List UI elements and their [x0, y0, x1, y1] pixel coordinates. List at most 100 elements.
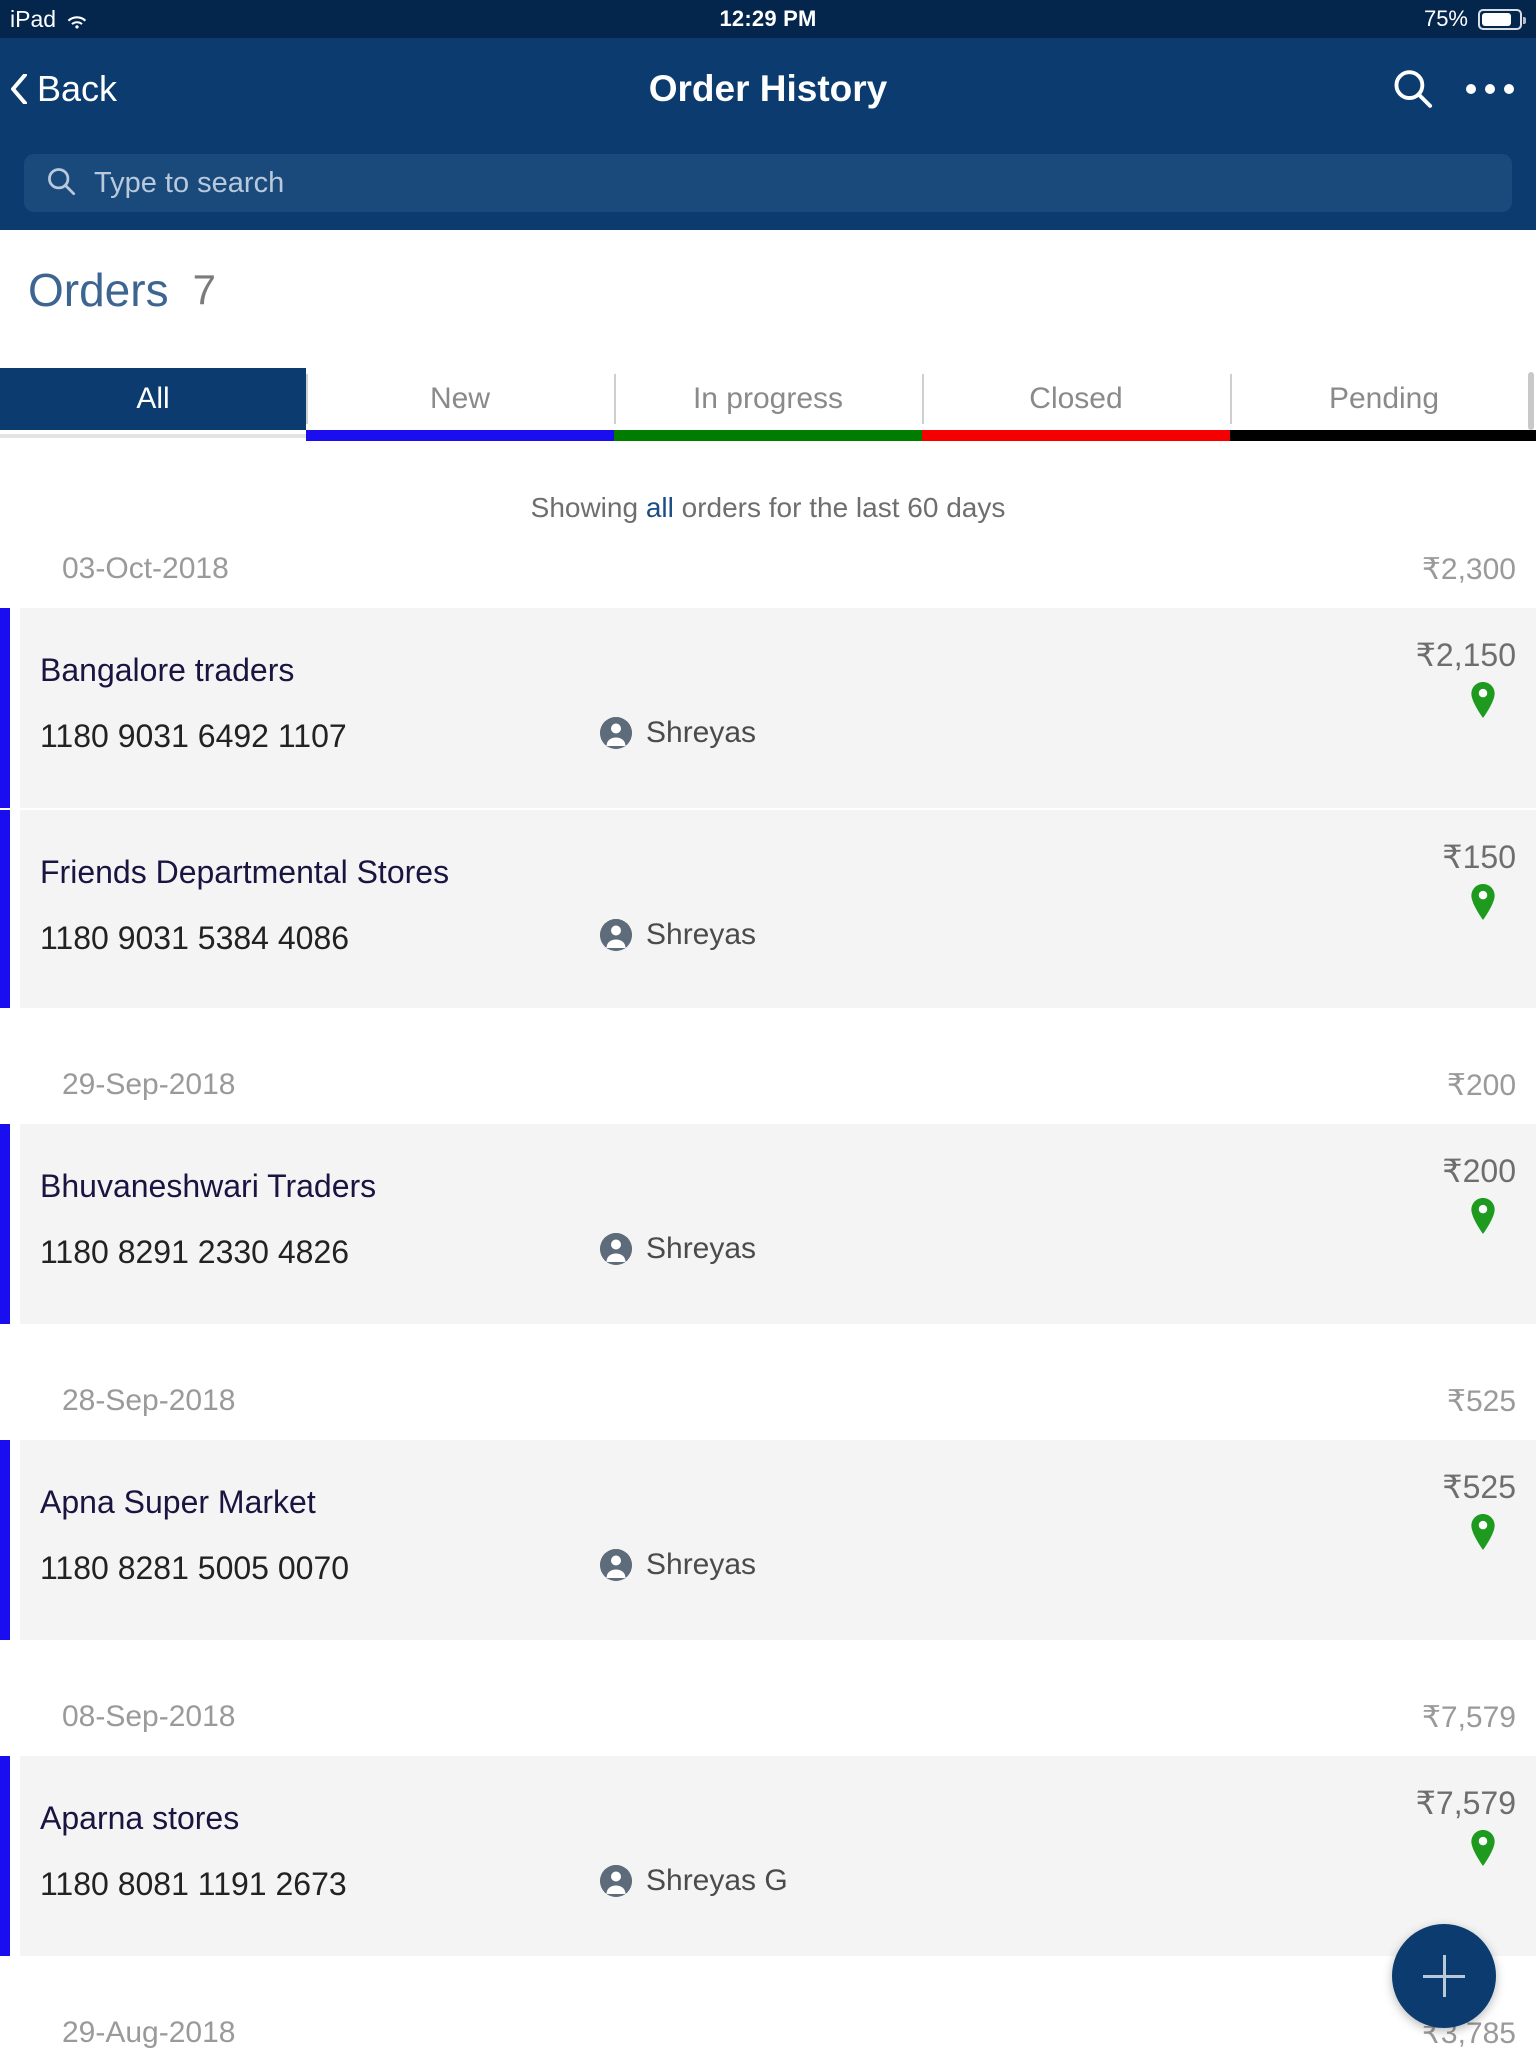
order-card[interactable]: Bangalore traders 1180 9031 6492 1107 Shre… [0, 608, 1536, 808]
tab-label: In progress [692, 382, 844, 415]
underline-fill [306, 430, 614, 441]
tab-label: Closed [1029, 382, 1123, 415]
order-amount: ₹200 [1442, 1153, 1516, 1189]
status-bar-clock: 12:29 PM [719, 6, 817, 31]
order-status-bar [0, 1124, 10, 1324]
group-spacer [0, 1008, 1536, 1046]
order-owner-name: Shreyas [646, 1548, 757, 1581]
group-date: 29-Sep-2018 [62, 1068, 236, 1101]
order-customer-name: Apna Super Market [40, 1484, 316, 1520]
tab-underline-all [0, 430, 306, 442]
navigation-bar: Back Order History [0, 38, 1536, 140]
order-card[interactable]: Aparna stores 1180 8081 1191 2673 Shreyas … [0, 1756, 1536, 1956]
underline-fill [1230, 430, 1536, 441]
group-date: 03-Oct-2018 [62, 552, 229, 585]
tab-new[interactable]: New [306, 368, 614, 430]
battery-level-fill [1482, 12, 1512, 26]
order-group: Aparna stores 1180 8081 1191 2673 Shreyas … [0, 1756, 1536, 1956]
filter-note: Showing all orders for the last 60 days [0, 492, 1536, 524]
order-amount: ₹7,579 [1415, 1785, 1516, 1821]
tab-label: Pending [1328, 382, 1440, 415]
add-order-fab[interactable] [1392, 1924, 1496, 2028]
order-customer-name: Bhuvaneshwari Traders [40, 1168, 377, 1204]
order-customer-name: Bangalore traders [40, 652, 295, 688]
tabs-scroll-indicator[interactable] [1528, 372, 1534, 430]
page-title: Order History [648, 68, 888, 109]
filter-note-emphasis: all [645, 492, 674, 523]
group-date: 08-Sep-2018 [62, 1700, 236, 1733]
date-group-header: 03-Oct-2018 ₹2,300 [0, 530, 1536, 608]
order-group: Apna Super Market 1180 8281 5005 0070 Shre… [0, 1440, 1536, 1640]
status-filter-tabs: All New In progress Closed Pending [0, 368, 1536, 430]
group-spacer [0, 1956, 1536, 1994]
order-list[interactable]: 03-Oct-2018 ₹2,300 Bangalore traders 1180 9… [0, 530, 1536, 2048]
tab-in-progress[interactable]: In progress [614, 368, 922, 430]
tab-label: New [429, 382, 490, 415]
user-avatar-icon [600, 919, 632, 951]
map-pin-icon[interactable] [1470, 682, 1496, 723]
underline-fill [922, 430, 1230, 441]
user-avatar-icon [600, 1865, 632, 1897]
tab-divider [306, 374, 308, 424]
order-amount: ₹2,150 [1415, 637, 1516, 673]
order-owner-name: Shreyas G [646, 1864, 788, 1897]
search-placeholder: Type to search [94, 166, 285, 199]
order-number: 1180 8291 2330 4826 [40, 1234, 350, 1270]
group-spacer [0, 1324, 1536, 1362]
user-avatar-icon [600, 717, 632, 749]
tab-underline-pending [1230, 430, 1536, 442]
order-owner: Shreyas [600, 1548, 756, 1582]
order-owner: Shreyas [600, 1232, 756, 1266]
map-pin-icon[interactable] [1470, 884, 1496, 925]
user-avatar-icon [600, 1233, 632, 1265]
order-customer-name: Aparna stores [40, 1800, 240, 1836]
orders-count: 7 [192, 266, 216, 313]
date-group-header: 29-Sep-2018 ₹200 [0, 1046, 1536, 1124]
search-bar-container: Type to search [0, 140, 1536, 230]
order-customer-name: Friends Departmental Stores [40, 854, 450, 890]
order-number: 1180 8081 1191 2673 [40, 1866, 347, 1902]
order-card[interactable]: Apna Super Market 1180 8281 5005 0070 Shre… [0, 1440, 1536, 1640]
navbar-actions [1390, 38, 1514, 140]
date-group-header: 08-Sep-2018 ₹7,579 [0, 1678, 1536, 1756]
group-total-amount: ₹200 [1446, 1068, 1516, 1102]
order-status-bar [0, 608, 10, 808]
order-amount: ₹150 [1442, 839, 1516, 875]
date-group-header: 29-Aug-2018 ₹3,785 [0, 1994, 1536, 2048]
group-spacer [0, 1640, 1536, 1678]
dot [1466, 84, 1476, 94]
status-bar-right: 75% [1424, 6, 1526, 32]
order-status-bar [0, 1440, 10, 1640]
order-number: 1180 9031 5384 4086 [40, 920, 350, 956]
filter-note-suffix: orders for the last 60 days [673, 492, 1006, 523]
order-owner-name: Shreyas [646, 1232, 757, 1265]
tab-pending[interactable]: Pending [1230, 368, 1536, 430]
ios-status-bar: iPad 12:29 PM 75% [0, 0, 1536, 38]
tab-closed[interactable]: Closed [922, 368, 1230, 430]
group-total-amount: ₹2,300 [1421, 552, 1516, 586]
order-status-bar [0, 1756, 10, 1956]
order-group: Bangalore traders 1180 9031 6492 1107 Shre… [0, 608, 1536, 1008]
plus-icon [1423, 1955, 1465, 1997]
tab-divider [922, 374, 924, 424]
map-pin-icon[interactable] [1470, 1830, 1496, 1871]
group-total-amount: ₹7,579 [1421, 1700, 1516, 1734]
status-filter-underline-rail [0, 430, 1536, 442]
group-date: 28-Sep-2018 [62, 1384, 236, 1417]
search-icon[interactable] [1390, 67, 1434, 111]
order-amount: ₹525 [1442, 1469, 1516, 1505]
tab-underline-closed [922, 430, 1230, 442]
order-card[interactable]: Friends Departmental Stores 1180 9031 538… [0, 808, 1536, 1008]
user-avatar-icon [600, 1549, 632, 1581]
order-number: 1180 8281 5005 0070 [40, 1550, 350, 1586]
order-card[interactable]: Bhuvaneshwari Traders 1180 8291 2330 4826… [0, 1124, 1536, 1324]
order-owner: Shreyas G [600, 1864, 788, 1898]
map-pin-icon[interactable] [1470, 1198, 1496, 1239]
tab-all[interactable]: All [0, 368, 306, 430]
more-horizontal-icon[interactable] [1466, 84, 1514, 94]
order-number: 1180 9031 6492 1107 [40, 718, 347, 754]
tab-divider [614, 374, 616, 424]
map-pin-icon[interactable] [1470, 1514, 1496, 1555]
orders-title: Orders [28, 264, 169, 316]
search-input[interactable]: Type to search [24, 154, 1512, 212]
